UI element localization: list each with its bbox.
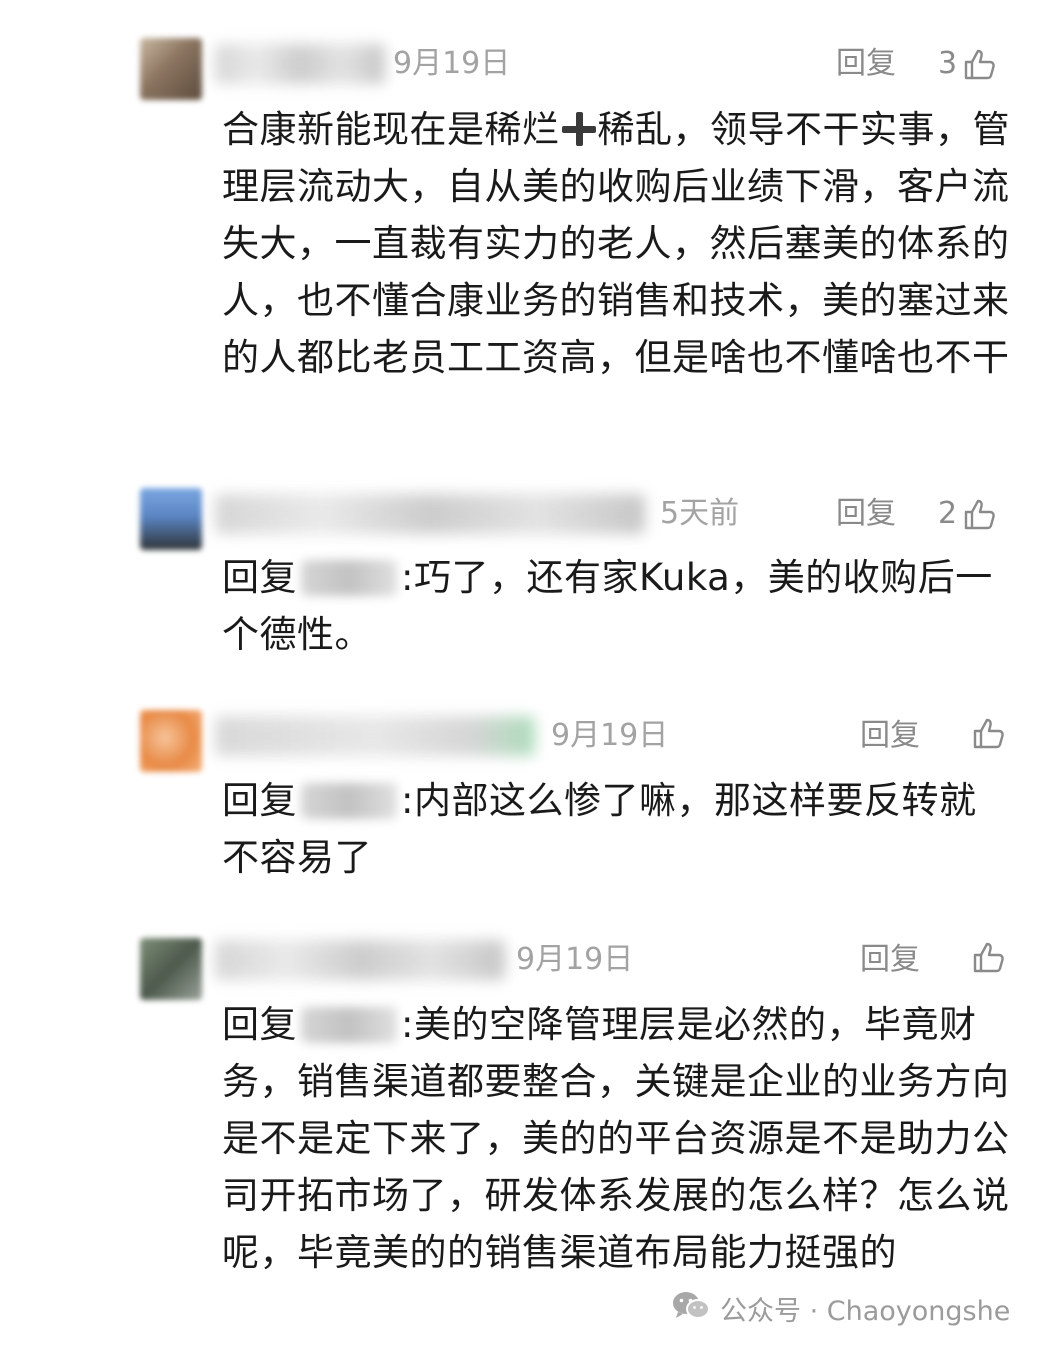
mention-blurred[interactable] — [301, 560, 397, 596]
thumbs-up-icon — [963, 497, 997, 531]
like-button[interactable]: 2 — [938, 494, 997, 534]
comment-date: 5天前 — [660, 496, 740, 531]
reply-button[interactable]: 回复 — [860, 716, 920, 756]
thumbs-up-icon — [963, 47, 997, 81]
watermark: 公众号 · Chaoyongshe — [672, 1290, 1010, 1334]
username-blurred[interactable] — [215, 44, 385, 84]
like-button[interactable] — [966, 716, 1006, 750]
thumbs-up-icon — [972, 716, 1006, 750]
comment-date: 9月19日 — [551, 718, 669, 753]
reply-button[interactable]: 回复 — [836, 494, 896, 534]
username-blurred[interactable] — [215, 940, 505, 980]
avatar[interactable] — [140, 488, 202, 550]
comment-date: 9月19日 — [393, 46, 511, 81]
plus-emoji-icon — [561, 112, 596, 146]
reply-prefix: 回复 — [222, 556, 297, 599]
comment-text: 合康新能现在是稀烂 稀乱，领导不干实事，管理层流动大，自从美的收购后业绩下滑，客户… — [222, 101, 1012, 386]
comment-text: 回复:美的空降管理层是必然的，毕竟财务，销售渠道都要整合，关键是企业的业务方向是… — [222, 996, 1012, 1281]
thumbs-up-icon — [972, 940, 1006, 974]
username-blurred[interactable] — [215, 716, 535, 756]
mention-blurred[interactable] — [301, 783, 397, 819]
comment-date: 9月19日 — [516, 942, 634, 977]
avatar[interactable] — [140, 710, 202, 772]
comment-text-part: :美的空降管理层是必然的，毕竟财务，销售渠道都要整合，关键是企业的业务方向是不是… — [222, 1003, 1010, 1274]
avatar[interactable] — [140, 938, 202, 1000]
like-count: 2 — [938, 496, 958, 531]
mention-blurred[interactable] — [301, 1007, 397, 1043]
reply-button[interactable]: 回复 — [836, 44, 896, 84]
wechat-icon — [672, 1290, 710, 1334]
comment-text: 回复:内部这么惨了嘛，那这样要反转就不容易了 — [222, 772, 1012, 886]
like-button[interactable] — [966, 940, 1006, 974]
reply-button[interactable]: 回复 — [860, 940, 920, 980]
like-button[interactable]: 3 — [938, 44, 997, 84]
comment-text-part: 合康新能现在是稀烂 — [222, 108, 560, 151]
reply-prefix: 回复 — [222, 1003, 297, 1046]
username-blurred[interactable] — [215, 494, 645, 534]
reply-prefix: 回复 — [222, 779, 297, 822]
avatar[interactable] — [140, 38, 202, 100]
like-count: 3 — [938, 46, 958, 81]
watermark-text: 公众号 · Chaoyongshe — [720, 1296, 1011, 1327]
comment-text: 回复:巧了，还有家Kuka，美的收购后一个德性。 — [222, 549, 1012, 663]
